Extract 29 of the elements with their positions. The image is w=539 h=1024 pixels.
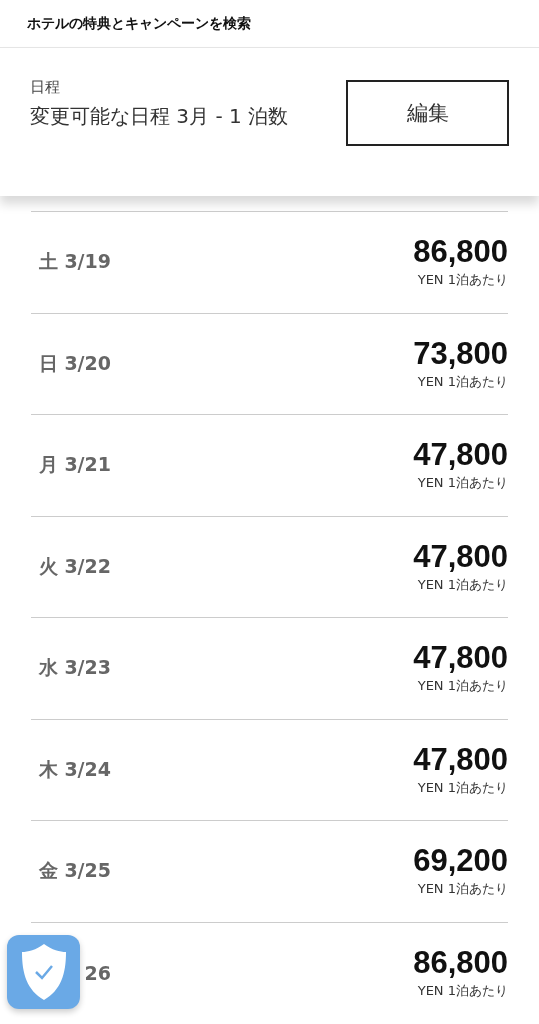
price-unit: YEN 1泊あたり bbox=[416, 778, 508, 797]
price-unit: YEN 1泊あたり bbox=[416, 677, 508, 696]
price-unit: YEN 1泊あたり bbox=[416, 981, 508, 1000]
price-unit: YEN 1泊あたり bbox=[416, 880, 508, 899]
rate-price: 47,800 bbox=[413, 438, 508, 473]
rate-price: 86,800 bbox=[413, 235, 508, 270]
dates-label: 日程 bbox=[30, 78, 61, 97]
price-unit: YEN 1泊あたり bbox=[416, 474, 508, 493]
rate-date: 火 3/22 bbox=[37, 553, 111, 579]
edit-button[interactable]: 編集 bbox=[346, 80, 509, 146]
rate-date: 金 3/25 bbox=[37, 858, 111, 884]
price-unit: YEN 1泊あたり bbox=[416, 372, 508, 391]
rate-price: 47,800 bbox=[413, 539, 508, 574]
rate-price: 47,800 bbox=[413, 742, 508, 777]
rate-date: 日 3/20 bbox=[37, 350, 111, 376]
rate-date: 月 3/21 bbox=[37, 452, 111, 478]
rate-date: 水 3/23 bbox=[37, 655, 111, 681]
rate-price: 86,800 bbox=[413, 945, 508, 980]
rate-price: 73,800 bbox=[413, 336, 508, 371]
security-shield-badge[interactable] bbox=[7, 935, 80, 1009]
rate-price: 47,800 bbox=[413, 641, 508, 676]
rate-date: 土 3/19 bbox=[37, 249, 111, 275]
price-unit: YEN 1泊あたり bbox=[416, 271, 508, 290]
price-unit: YEN 1泊あたり bbox=[416, 575, 508, 594]
rate-date: 木 3/24 bbox=[37, 756, 111, 782]
rate-price: 69,200 bbox=[413, 844, 508, 879]
dates-value: 変更可能な日程 3月 - 1 泊数 bbox=[30, 103, 290, 130]
page-title: ホテルの特典とキャンペーンを検索 bbox=[27, 14, 251, 33]
rate-date: 26 bbox=[83, 961, 111, 984]
